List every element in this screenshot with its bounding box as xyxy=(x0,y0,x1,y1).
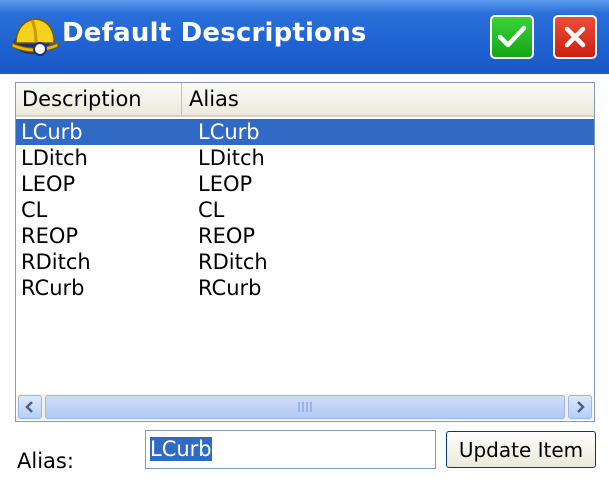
close-icon xyxy=(564,26,586,48)
alias-input-value: LCurb xyxy=(150,437,212,461)
list-header: Description Alias xyxy=(16,83,594,117)
checkmark-icon xyxy=(497,25,527,48)
grip-icon xyxy=(298,402,312,412)
chevron-right-icon xyxy=(577,401,585,413)
list-row[interactable]: REOP REOP xyxy=(16,223,594,249)
row-alias: CL xyxy=(198,198,225,222)
row-description: LCurb xyxy=(21,120,83,144)
scroll-right-button[interactable] xyxy=(568,395,592,419)
row-alias: LDitch xyxy=(198,146,265,170)
row-description: REOP xyxy=(21,224,79,248)
window-title: Default Descriptions xyxy=(62,18,367,48)
list-row[interactable]: RCurb RCurb xyxy=(16,275,594,301)
list-rows: LCurb LCurb LDitch LDitch LEOP LEOP CL C… xyxy=(16,119,594,301)
list-row[interactable]: RDitch RDitch xyxy=(16,249,594,275)
title-bar: Default Descriptions xyxy=(0,0,609,74)
update-item-button[interactable]: Update Item xyxy=(446,431,596,468)
list-row[interactable]: CL CL xyxy=(16,197,594,223)
chevron-left-icon xyxy=(25,401,33,413)
row-alias: LCurb xyxy=(198,120,260,144)
ok-button[interactable] xyxy=(490,15,534,59)
row-alias: RDitch xyxy=(198,250,268,274)
close-button[interactable] xyxy=(553,15,597,59)
list-row[interactable]: LCurb LCurb xyxy=(16,119,594,145)
scroll-left-button[interactable] xyxy=(18,395,42,419)
row-description: LEOP xyxy=(21,172,76,196)
row-description: RCurb xyxy=(21,276,85,300)
column-header-alias[interactable]: Alias xyxy=(183,83,383,115)
column-header-description[interactable]: Description xyxy=(16,83,182,115)
horizontal-scrollbar[interactable] xyxy=(17,394,593,420)
scrollbar-thumb[interactable] xyxy=(45,395,565,419)
row-description: RDitch xyxy=(21,250,91,274)
list-row[interactable]: LDitch LDitch xyxy=(16,145,594,171)
row-description: CL xyxy=(21,198,48,222)
descriptions-list[interactable]: Description Alias LCurb LCurb LDitch LDi… xyxy=(15,82,595,422)
hard-hat-icon xyxy=(11,18,59,56)
row-alias: RCurb xyxy=(198,276,262,300)
alias-input[interactable]: LCurb xyxy=(145,430,436,469)
row-alias: REOP xyxy=(198,224,256,248)
alias-label: Alias: xyxy=(17,449,74,473)
list-row[interactable]: LEOP LEOP xyxy=(16,171,594,197)
row-description: LDitch xyxy=(21,146,88,170)
row-alias: LEOP xyxy=(198,172,253,196)
